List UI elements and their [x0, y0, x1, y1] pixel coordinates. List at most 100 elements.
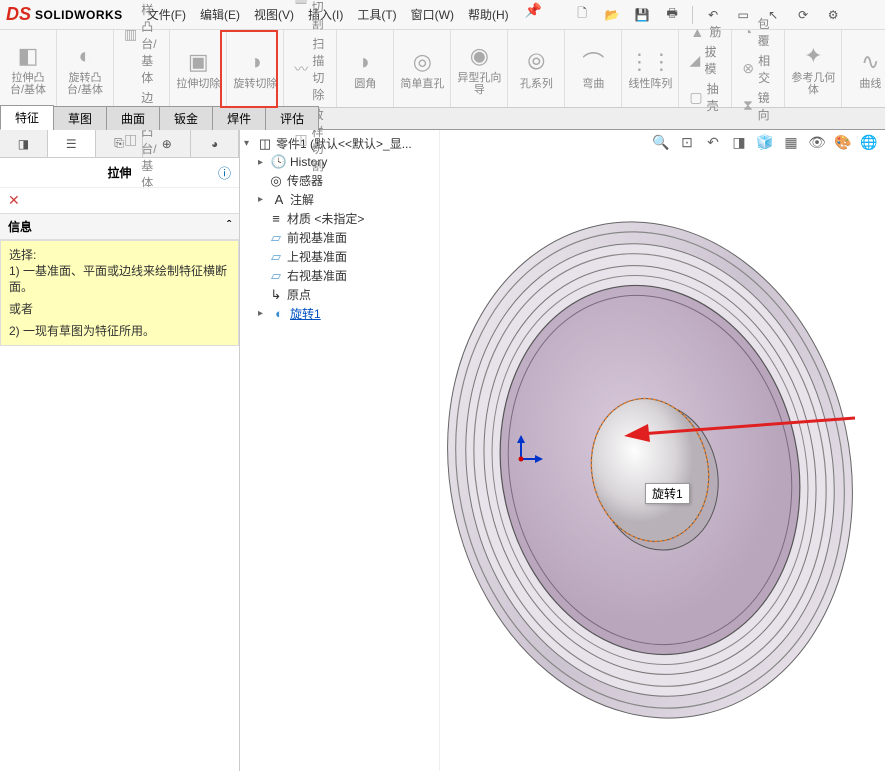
linear-pattern-button[interactable]: ⋮⋮ 线性阵列 — [628, 48, 672, 90]
zoom-area-icon[interactable]: ⊡ — [677, 132, 697, 152]
curves-icon: ∿ — [856, 48, 884, 76]
panel-title: 拉伸 — [107, 164, 131, 181]
fillet-button[interactable]: ◗ 圆角 — [343, 48, 387, 90]
chevron-right-icon[interactable]: ▸ — [258, 194, 268, 205]
chevron-right-icon[interactable]: ▸ — [258, 157, 268, 168]
shell-button[interactable]: ▢抽壳 — [685, 79, 725, 115]
hide-show-icon[interactable]: 👁 — [807, 132, 827, 152]
graphics-viewport[interactable]: 🔍 ⊡ ↶ ◨ 🧊 ▦ 👁 🎨 🌐 — [440, 130, 885, 771]
chevron-down-icon[interactable]: ▾ — [244, 138, 254, 149]
app-logo: DS SOLIDWORKS — [6, 4, 123, 25]
tree-front-plane[interactable]: ▱ 前视基准面 — [242, 228, 437, 247]
extrude-boss-icon: ◧ — [14, 42, 42, 70]
new-doc-icon[interactable]: 🗋 — [572, 5, 592, 25]
cancel-button[interactable]: ✕ — [0, 188, 239, 213]
tree-annotations[interactable]: ▸ A 注解 — [242, 190, 437, 209]
wrap-icon: ◔ — [742, 24, 753, 40]
sweep-cut-icon: 〰 — [294, 61, 308, 77]
tree-top-plane[interactable]: ▱ 上视基准面 — [242, 247, 437, 266]
appearance-icon[interactable]: 🎨 — [833, 132, 853, 152]
intersect-button[interactable]: ⊗相交 — [738, 51, 778, 87]
chevron-up-icon: ˆ — [227, 218, 231, 235]
reference-geometry-button[interactable]: ✦ 参考几何体 — [791, 42, 835, 96]
help-icon[interactable]: ⓘ — [218, 163, 231, 182]
extrude-cut-button[interactable]: ▣ 拉伸切除 — [176, 48, 220, 90]
tab-feature[interactable]: 特征 — [0, 105, 54, 130]
panel-tab-property-manager[interactable]: ☰ — [48, 130, 96, 157]
feature-tooltip: 旋转1 — [645, 483, 690, 504]
view-orientation-icon[interactable]: 🧊 — [755, 132, 775, 152]
tab-evaluate[interactable]: 评估 — [265, 106, 319, 130]
solidworks-logo-icon: DS — [6, 4, 31, 25]
origin-triad-icon — [505, 435, 545, 475]
property-manager: ◨ ☰ ⎘ ⊕ ◕ 拉伸 ⓘ ✕ 信息 ˆ 选择: 1) 一基准面、平面或边线来… — [0, 130, 240, 771]
panel-tab-display[interactable]: ◕ — [191, 130, 239, 157]
sweep-cut-button[interactable]: 〰扫描切除 — [290, 34, 330, 104]
boundary-cut-icon: ◫ — [294, 132, 307, 148]
menu-help[interactable]: 帮助(H) — [462, 2, 515, 27]
tree-material[interactable]: ≡ 材质 <未指定> — [242, 209, 437, 228]
menu-edit[interactable]: 编辑(E) — [194, 2, 246, 27]
feature-tree: ▾ ◫ 零件1 (默认<<默认>_显... ▸ 🕓 History ◎ 传感器 … — [240, 130, 440, 771]
revolve-feature-icon: ◐ — [271, 306, 287, 322]
save-icon[interactable]: 💾 — [632, 5, 652, 25]
rib-icon: ▲ — [689, 24, 705, 40]
tab-surface[interactable]: 曲面 — [106, 106, 160, 130]
zoom-fit-icon[interactable]: 🔍 — [651, 132, 671, 152]
revolve-boss-button[interactable]: ◐ 旋转凸台/基体 — [63, 42, 107, 96]
menu-tools[interactable]: 工具(T) — [351, 2, 402, 27]
intersect-icon: ⊗ — [742, 61, 754, 77]
plane-icon: ▱ — [268, 249, 284, 265]
draft-button[interactable]: ◢拔模 — [685, 42, 725, 78]
hole-series-button[interactable]: ⦾ 孔系列 — [514, 48, 558, 90]
history-icon: 🕓 — [271, 154, 287, 170]
loft-cut-button[interactable]: ▥放样切割 — [290, 0, 330, 33]
tree-origin[interactable]: ↳ 原点 — [242, 285, 437, 304]
loft-cut-icon: ▥ — [294, 0, 307, 6]
simple-hole-button[interactable]: ◎ 简单直孔 — [400, 48, 444, 90]
curves-button[interactable]: ∿ 曲线 — [848, 48, 885, 90]
tree-history[interactable]: ▸ 🕓 History — [242, 153, 437, 171]
rib-button[interactable]: ▲筋 — [685, 22, 725, 41]
panel-header: 拉伸 ⓘ — [0, 158, 239, 188]
bend-button[interactable]: ⌒ 弯曲 — [571, 48, 615, 90]
display-style-icon[interactable]: ▦ — [781, 132, 801, 152]
section-view-icon[interactable]: ◨ — [729, 132, 749, 152]
tree-right-plane[interactable]: ▱ 右视基准面 — [242, 266, 437, 285]
part-icon: ◫ — [257, 136, 273, 152]
plane-icon: ▱ — [268, 230, 284, 246]
rebuild-icon[interactable]: ⟳ — [793, 5, 813, 25]
view-toolbar: 🔍 ⊡ ↶ ◨ 🧊 ▦ 👁 🎨 🌐 — [651, 132, 879, 152]
pattern-icon: ⋮⋮ — [636, 48, 664, 76]
revolve-boss-icon: ◐ — [71, 42, 99, 70]
tab-sheetmetal[interactable]: 钣金 — [159, 106, 213, 130]
hole-wizard-button[interactable]: ◉ 异型孔向导 — [457, 42, 501, 96]
previous-view-icon[interactable]: ↶ — [703, 132, 723, 152]
mirror-button[interactable]: ⧗镜向 — [738, 88, 778, 124]
extrude-boss-button[interactable]: ◧ 拉伸凸台/基体 — [6, 42, 50, 96]
main-area: ◨ ☰ ⎘ ⊕ ◕ 拉伸 ⓘ ✕ 信息 ˆ 选择: 1) 一基准面、平面或边线来… — [0, 130, 885, 771]
panel-tab-feature-tree[interactable]: ◨ — [0, 130, 48, 157]
options-icon[interactable]: ⚙ — [823, 5, 843, 25]
ref-geo-icon: ✦ — [799, 42, 827, 70]
tab-weldment[interactable]: 焊件 — [212, 106, 266, 130]
revolve-cut-icon: ◑ — [241, 48, 269, 76]
chevron-right-icon[interactable]: ▸ — [258, 308, 268, 319]
pin-icon[interactable]: 📌 — [525, 2, 542, 27]
loft-boss-button[interactable]: ▥放样凸台/基体 — [120, 0, 163, 87]
bend-icon: ⌒ — [579, 48, 607, 76]
boundary-icon: ◫ — [124, 132, 137, 148]
tree-revolve1[interactable]: ▸ ◐ 旋转1 — [242, 304, 437, 323]
section-info-header[interactable]: 信息 ˆ — [0, 213, 239, 240]
tab-sketch[interactable]: 草图 — [53, 106, 107, 130]
menu-window[interactable]: 窗口(W) — [405, 2, 460, 27]
main-menu: 文件(F) 编辑(E) 视图(V) 插入(I) 工具(T) 窗口(W) 帮助(H… — [141, 2, 542, 27]
tree-sensors[interactable]: ◎ 传感器 — [242, 171, 437, 190]
scene-icon[interactable]: 🌐 — [859, 132, 879, 152]
print-icon[interactable]: 🖶 — [662, 5, 682, 25]
wrap-button[interactable]: ◔包覆 — [738, 14, 778, 50]
origin-icon: ↳ — [268, 287, 284, 303]
open-icon[interactable]: 📂 — [602, 5, 622, 25]
tree-root[interactable]: ▾ ◫ 零件1 (默认<<默认>_显... — [242, 134, 437, 153]
revolve-cut-button[interactable]: ◑ 旋转切除 — [233, 48, 277, 90]
